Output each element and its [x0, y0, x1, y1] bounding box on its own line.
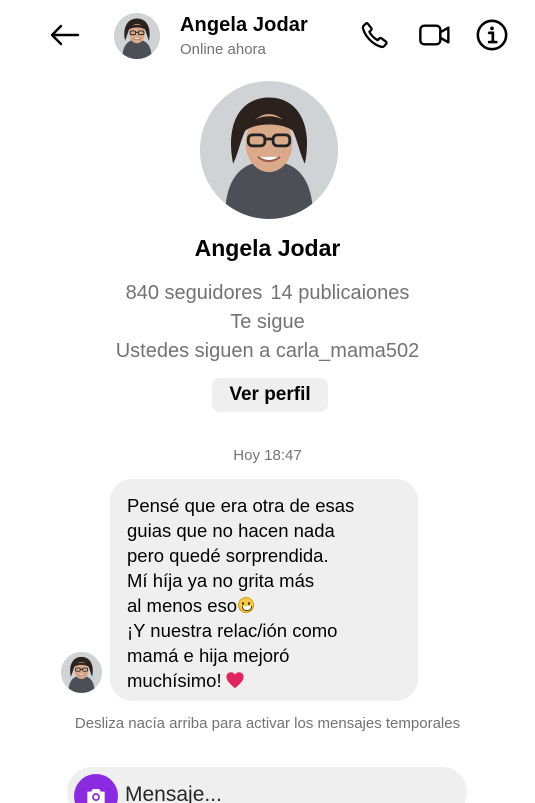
profile-photo — [200, 81, 338, 219]
avatar-photo — [114, 13, 160, 59]
posts-count: 14 publicaiones — [270, 282, 410, 304]
profile-avatar[interactable] — [200, 81, 338, 219]
red-heart-emoji-icon — [225, 672, 244, 689]
message-line-text: muchísimo! — [127, 670, 222, 691]
profile-name: Angela Jodar — [194, 235, 341, 261]
message-input[interactable] — [125, 779, 445, 803]
voice-call-button[interactable] — [357, 17, 393, 53]
message-line: Pensé que era otra de esas — [127, 495, 355, 516]
message-line: guias que no hacen nada — [127, 520, 335, 541]
message-line-text: al menos eso — [127, 595, 238, 616]
back-arrow-icon — [50, 24, 80, 46]
grinning-face-emoji-icon — [238, 597, 255, 613]
info-icon — [476, 19, 508, 51]
message-line: mamá e hija mejoró — [127, 645, 290, 666]
message-line: ¡Y nuestra relac/ión como — [127, 620, 338, 641]
message-composer — [67, 767, 467, 803]
ephemeral-mode-hint: Desliza nacía arriba para activar los me… — [74, 715, 461, 732]
header-avatar[interactable] — [114, 13, 160, 59]
message-line-with-emoji: al menos eso — [127, 593, 402, 618]
message-bubble[interactable]: Pensé que era otra de esas guias que no … — [110, 479, 418, 701]
video-camera-icon — [419, 24, 450, 46]
profile-stats: 840 seguidores 14 publicaiones — [0, 282, 535, 305]
online-status: Online ahora — [180, 41, 266, 58]
follows-you-label: Te sigue — [230, 311, 305, 333]
sender-photo — [61, 652, 102, 693]
chat-header: Angela Jodar Online ahora — [0, 0, 535, 70]
sender-avatar[interactable] — [61, 652, 102, 693]
view-profile-button[interactable]: Ver perfil — [212, 378, 328, 412]
message-line-with-emoji: muchísimo! — [127, 668, 402, 693]
camera-icon — [87, 788, 105, 803]
info-button[interactable] — [474, 17, 510, 53]
message-line: Mí híja ya no grita más — [127, 570, 315, 591]
contact-name[interactable]: Angela Jodar — [180, 14, 308, 37]
back-button[interactable] — [44, 18, 84, 52]
mutual-follow-label: Ustedes siguen a carla_mama502 — [115, 340, 420, 362]
phone-icon — [361, 22, 388, 49]
camera-button[interactable] — [74, 774, 118, 803]
video-call-button[interactable] — [417, 17, 453, 53]
followers-count: 840 seguidores — [125, 282, 263, 304]
message-timestamp: Hoy 18:47 — [233, 447, 302, 464]
message-line: pero quedé sorprendida. — [127, 545, 329, 566]
